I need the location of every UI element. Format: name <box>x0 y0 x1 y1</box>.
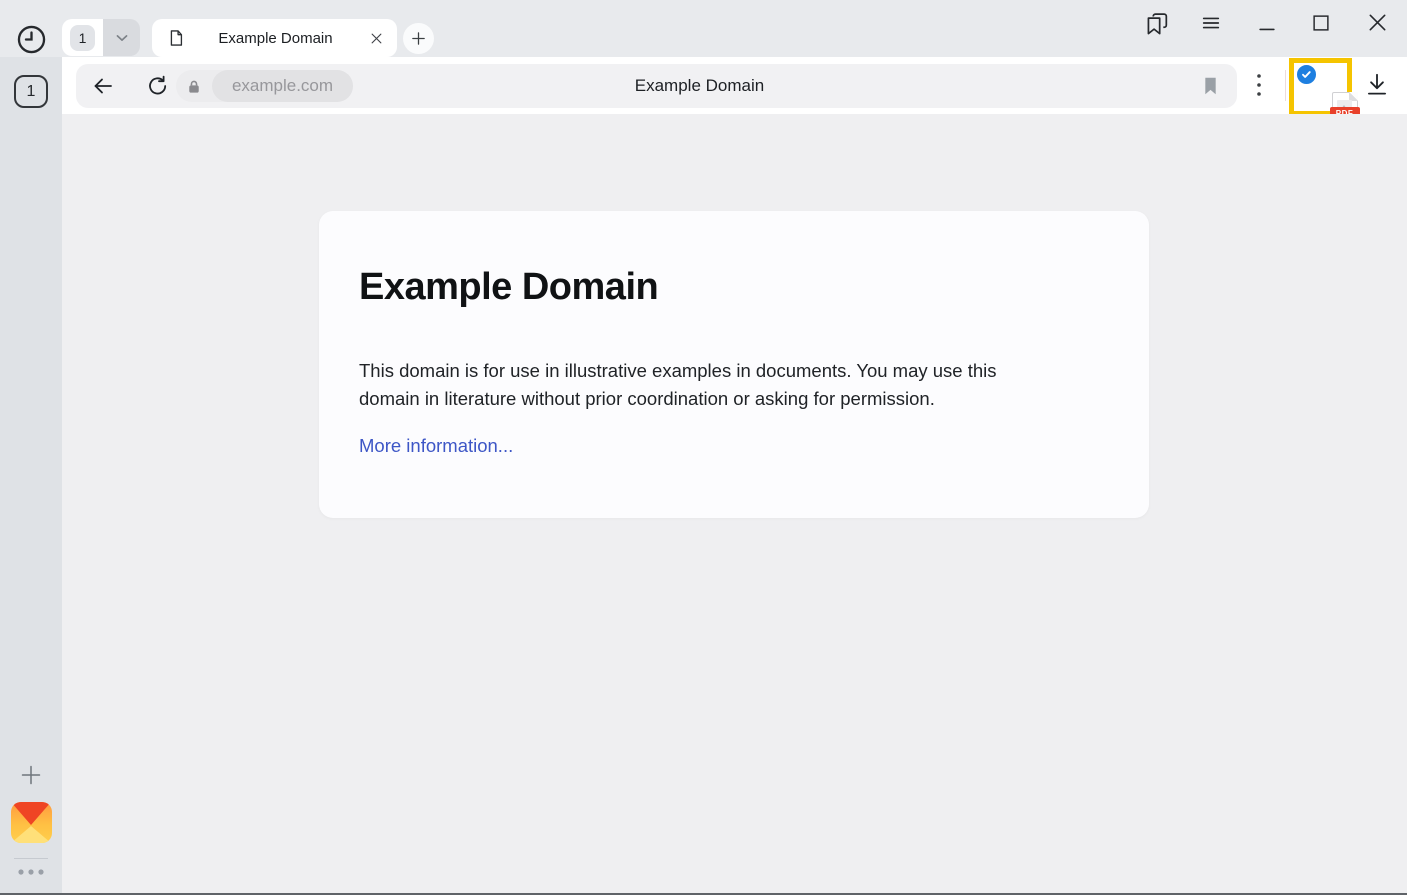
page-icon <box>166 28 186 48</box>
hamburger-menu-icon <box>1200 12 1222 34</box>
tabs-row: 1 Example Domain <box>0 0 1407 57</box>
envelope-fold-icon <box>11 826 51 843</box>
sidebar: 1 <box>0 57 62 895</box>
sidebar-add-button[interactable] <box>19 763 43 787</box>
blue-checkmark-icon <box>1295 63 1318 86</box>
active-tab[interactable]: Example Domain <box>152 19 397 57</box>
envelope-flap-icon <box>11 802 51 825</box>
history-button[interactable] <box>13 21 49 57</box>
tab-counter-value: 1 <box>27 83 36 101</box>
page-actions-menu-button[interactable] <box>1248 71 1270 99</box>
window-minimize-button[interactable] <box>1256 11 1278 35</box>
tab-close-icon[interactable] <box>365 27 387 49</box>
extensions-divider <box>1285 70 1286 101</box>
secure-lock-icon <box>176 78 212 95</box>
page-paragraph: This domain is for use in illustrative e… <box>359 357 1054 412</box>
minimize-icon <box>1256 11 1278 35</box>
reload-button[interactable] <box>145 73 171 99</box>
tab-group-badge: 1 <box>70 25 95 51</box>
clock-icon <box>14 22 49 57</box>
sidebar-tab-counter[interactable]: 1 <box>14 75 48 108</box>
new-tab-button[interactable] <box>403 23 434 54</box>
back-arrow-icon <box>90 74 116 98</box>
mail-app-icon[interactable] <box>11 802 52 843</box>
pdf-extension-button-highlighted[interactable]: PDF <box>1289 58 1352 116</box>
toolbar: example.com Example Domain <box>62 57 1407 114</box>
more-information-link[interactable]: More information... <box>359 435 513 457</box>
maximize-icon <box>1310 12 1332 34</box>
close-icon <box>1366 11 1389 34</box>
bookmark-flag-icon <box>1201 75 1220 97</box>
window-close-button[interactable] <box>1366 11 1389 34</box>
example-domain-card: Example Domain This domain is for use in… <box>319 211 1149 518</box>
ellipsis-icon <box>16 867 46 877</box>
address-bar: example.com Example Domain <box>76 64 1237 108</box>
page-heading: Example Domain <box>359 266 658 309</box>
sidebar-more-button[interactable] <box>16 865 46 879</box>
plus-icon <box>19 763 43 787</box>
chevron-down-icon <box>112 28 132 48</box>
page-viewport: Example Domain This domain is for use in… <box>62 114 1407 895</box>
back-button[interactable] <box>90 74 116 98</box>
sidebar-divider <box>14 858 48 859</box>
browser-menu-button[interactable] <box>1199 11 1223 35</box>
tab-title: Example Domain <box>186 30 365 47</box>
browser-window: 1 Example Domain <box>0 0 1407 895</box>
tab-group-active[interactable]: 1 <box>62 19 103 56</box>
tab-group-expand[interactable] <box>103 19 140 56</box>
reload-icon <box>146 74 170 98</box>
bookmarks-panel-button[interactable] <box>1141 8 1173 40</box>
url-chip[interactable]: example.com <box>176 70 353 102</box>
download-icon <box>1364 71 1390 99</box>
tab-group-switcher: 1 <box>62 19 140 56</box>
bookmarks-stack-icon <box>1142 9 1172 39</box>
bookmark-page-button[interactable] <box>1197 74 1223 98</box>
plus-icon <box>410 30 427 47</box>
url-text: example.com <box>212 70 353 102</box>
kebab-dots-icon <box>1255 72 1263 98</box>
downloads-button[interactable] <box>1363 70 1391 100</box>
window-maximize-button[interactable] <box>1310 12 1332 34</box>
